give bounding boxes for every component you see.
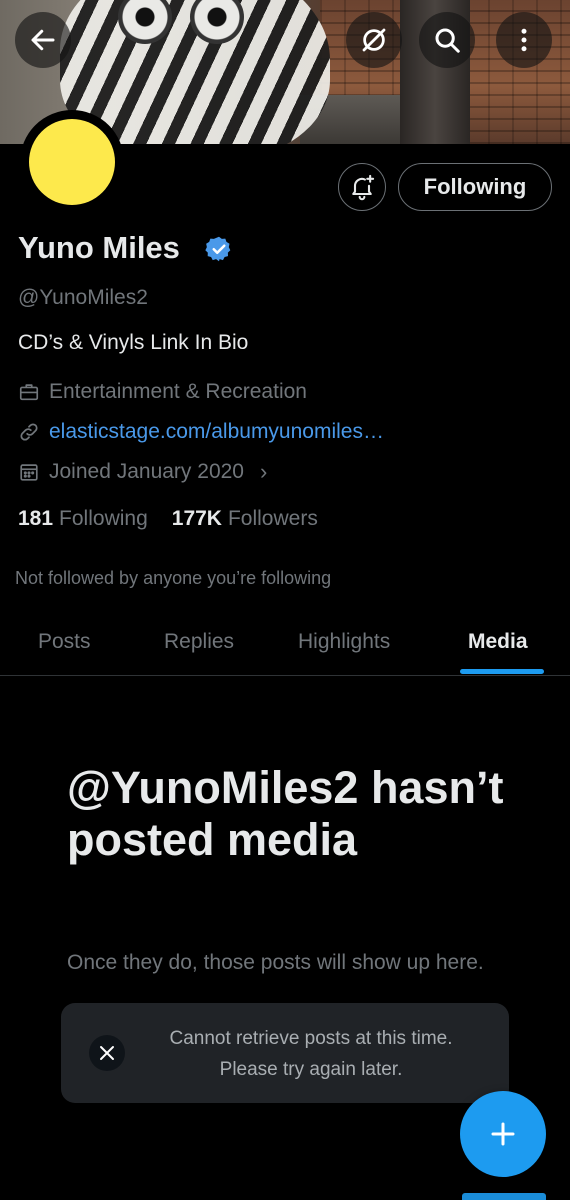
tab-replies[interactable]: Replies xyxy=(164,630,234,654)
more-options-button[interactable] xyxy=(496,12,552,68)
following-button[interactable]: Following xyxy=(398,163,552,211)
notifications-bell-button[interactable] xyxy=(338,163,386,211)
joined-label: Joined January 2020 xyxy=(49,460,244,483)
followers-count-link[interactable]: 177K Followers xyxy=(172,507,318,531)
not-followed-note: Not followed by anyone you’re following xyxy=(15,568,332,588)
followers-count: 177K xyxy=(171,507,222,530)
profile-tabs: Posts Replies Highlights Media xyxy=(0,612,570,676)
profile-joined[interactable]: Joined January 2020 › xyxy=(18,459,267,485)
empty-state-subtitle: Once they do, those posts will show up h… xyxy=(67,951,484,974)
category-label: Entertainment & Recreation xyxy=(49,380,307,403)
back-arrow-icon xyxy=(31,29,55,51)
secondary-fab-peek xyxy=(462,1193,546,1200)
tab-highlights[interactable]: Highlights xyxy=(298,630,390,654)
no-grok-icon xyxy=(362,28,386,52)
bell-plus-icon xyxy=(352,174,375,201)
profile-website[interactable]: elasticstage.com/albumyunomiles… xyxy=(18,420,384,444)
avatar-container[interactable] xyxy=(20,110,124,214)
followers-count-label: Followers xyxy=(227,507,318,530)
link-icon xyxy=(20,423,38,441)
back-button[interactable] xyxy=(15,12,71,68)
verified-badge-icon xyxy=(205,236,231,262)
toast-message: Cannot retrieve posts at this time. Plea… xyxy=(169,1028,453,1080)
calendar-icon xyxy=(20,464,38,481)
plus-icon xyxy=(491,1122,515,1146)
error-toast: Cannot retrieve posts at this time. Plea… xyxy=(61,1003,509,1103)
profile-category: Entertainment & Recreation xyxy=(18,380,307,404)
following-count-label: Following xyxy=(59,507,148,530)
search-icon xyxy=(435,28,460,53)
following-count: 181 xyxy=(18,507,54,530)
profile-handle: @YunoMiles2 xyxy=(18,286,148,309)
avatar[interactable] xyxy=(29,119,115,205)
tab-posts[interactable]: Posts xyxy=(38,630,91,654)
profile-bio: CD’s & Vinyls Link In Bio xyxy=(18,331,249,354)
grok-button[interactable] xyxy=(346,12,402,68)
chevron-right-icon: › xyxy=(259,459,268,484)
profile-name: Yuno Miles xyxy=(18,230,180,265)
website-link[interactable]: elasticstage.com/albumyunomiles… xyxy=(49,420,384,444)
following-count-link[interactable]: 181 Following xyxy=(18,507,148,531)
active-tab-indicator xyxy=(460,669,544,674)
search-button[interactable] xyxy=(419,12,475,68)
briefcase-icon xyxy=(19,384,39,401)
tab-media[interactable]: Media xyxy=(468,630,528,654)
compose-post-button[interactable] xyxy=(460,1091,546,1177)
empty-state-title: @YunoMiles2 hasn’t posted media xyxy=(67,762,504,865)
more-vertical-icon xyxy=(521,28,527,52)
follow-counts: 181 Following 177K Followers xyxy=(18,507,342,531)
x-logo-icon xyxy=(89,1035,125,1071)
